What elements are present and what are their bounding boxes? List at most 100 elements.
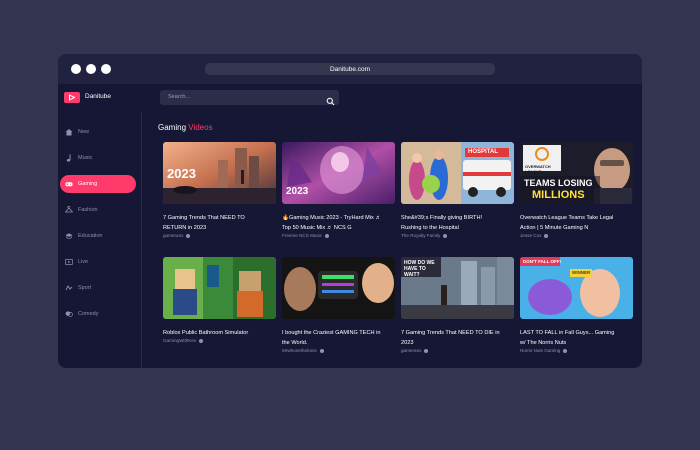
verified-icon xyxy=(325,233,330,238)
sidebar-item-label: Sport xyxy=(78,285,92,291)
thumbnail-text: 2023 xyxy=(286,186,309,197)
verified-icon xyxy=(424,348,429,353)
channel-name[interactable]: Jesse Cox xyxy=(520,233,549,238)
verified-icon xyxy=(319,348,324,353)
verified-icon xyxy=(199,338,204,343)
sidebar-item-gaming[interactable]: Gaming xyxy=(60,175,136,193)
verified-icon xyxy=(544,233,549,238)
graduation-cap-icon xyxy=(65,232,73,240)
sidebar-item-live[interactable]: Live xyxy=(60,253,136,271)
channel-name[interactable]: Norris Nuts Gaming xyxy=(520,348,568,353)
live-tv-icon xyxy=(65,258,73,266)
video-title-line: Action | 5 Minute Gaming N xyxy=(520,225,589,231)
music-note-icon xyxy=(65,154,73,162)
window-dot-2[interactable] xyxy=(86,64,96,74)
window-dot-1[interactable] xyxy=(71,64,81,74)
video-thumbnail[interactable]: 2023 xyxy=(163,142,276,204)
channel-name[interactable]: The Royalty Family xyxy=(401,233,448,238)
video-title-line: 7 Gaming Trends That NEED TO DIE in xyxy=(401,330,500,336)
sport-icon xyxy=(65,284,73,292)
hanger-icon xyxy=(65,206,73,214)
channel-label: Norris Nuts Gaming xyxy=(520,348,561,353)
video-title[interactable]: 7 Gaming Trends That NEED TO RETURN in 20… xyxy=(163,213,276,233)
channel-label: Jesse Cox xyxy=(520,233,542,238)
thumbnail-text: TEAMS LOSING xyxy=(524,178,593,188)
video-thumbnail[interactable] xyxy=(282,257,395,319)
video-title[interactable]: Overwatch League Teams Take Legal Action … xyxy=(520,213,633,233)
video-title-line: 🔥Gaming Music 2023 - TryHard Mix ♬ xyxy=(282,215,381,221)
section-subtitle: Videos xyxy=(188,123,213,132)
thumbnail-text: DON'T FALL OFF! xyxy=(523,259,561,264)
thumbnail-text: OVERWATCH LEAGUE xyxy=(525,164,551,174)
thumbnail-text: HOW DO WE HAVE TO WAIT? xyxy=(404,260,435,278)
channel-name[interactable]: gameranx xyxy=(401,348,429,353)
sidebar-item-sport[interactable]: Sport xyxy=(60,279,136,297)
sidebar-item-label: Education xyxy=(78,233,103,239)
video-title[interactable]: Roblox Public Bathroom Simulator xyxy=(163,328,276,338)
video-title-line: She&#39;s Finally giving BIRTH! xyxy=(401,215,483,221)
home-icon xyxy=(65,128,73,136)
logo-icon[interactable] xyxy=(64,92,80,103)
thumbnail-text: MILLIONS xyxy=(532,189,585,201)
window-dot-3[interactable] xyxy=(101,64,111,74)
sidebar-item-label: Music xyxy=(78,155,93,161)
video-title-line: the World. xyxy=(282,340,308,346)
channel-label: gameranx xyxy=(163,233,184,238)
verified-icon xyxy=(443,233,448,238)
address-bar[interactable]: Danitube.com xyxy=(205,63,495,75)
section-title: Gaming xyxy=(158,123,187,132)
browser-window: Danitube.com Danitube Search... New Musi… xyxy=(58,54,642,368)
address-url: Danitube.com xyxy=(329,65,371,73)
sidebar-item-comedy[interactable]: Comedy xyxy=(60,305,136,323)
video-title-line: Roblox Public Bathroom Simulator xyxy=(163,330,249,336)
video-title-line: 7 Gaming Trends That NEED TO xyxy=(163,215,245,221)
video-title[interactable]: LAST TO FALL in Fall Guys... Gaming w/ Th… xyxy=(520,328,633,348)
video-title-line: RETURN in 2023 xyxy=(163,225,207,231)
video-title-line: Overwatch League Teams Take Legal xyxy=(520,215,614,221)
video-thumbnail[interactable] xyxy=(163,257,276,319)
sidebar-item-music[interactable]: Music xyxy=(60,149,136,167)
video-title-line: Rushing to the Hospital xyxy=(401,225,459,231)
section-heading: Gaming Videos xyxy=(158,123,213,132)
search-placeholder: Search... xyxy=(168,94,191,100)
sidebar-item-education[interactable]: Education xyxy=(60,227,136,245)
video-thumbnail[interactable]: 2023 xyxy=(282,142,395,204)
sidebar-item-label: New xyxy=(78,129,90,135)
search-icon[interactable] xyxy=(326,93,335,106)
video-title[interactable]: I bought the Craziest GAMING TECH in the … xyxy=(282,328,395,348)
video-thumbnail[interactable]: OVERWATCH LEAGUE TEAMS LOSING MILLIONS xyxy=(520,142,633,204)
gamepad-icon xyxy=(65,180,73,188)
video-title-line: 2023 xyxy=(401,340,414,346)
brand-name[interactable]: Danitube xyxy=(85,93,111,100)
verified-icon xyxy=(186,233,191,238)
search-input[interactable]: Search... xyxy=(160,90,339,106)
sidebar-item-new[interactable]: New xyxy=(60,123,136,141)
video-title-line: I bought the Craziest GAMING TECH in xyxy=(282,330,381,336)
thumbnail-text: 2023 xyxy=(167,166,196,181)
thumbnail-text: HOSPITAL xyxy=(468,149,498,155)
video-title-line: Top 50 Music Mix ♬ NCS G xyxy=(282,225,352,231)
video-title-line: LAST TO FALL in Fall Guys... Gaming xyxy=(520,330,615,336)
video-thumbnail[interactable]: DON'T FALL OFF! WINNER xyxy=(520,257,633,319)
channel-label: The Royalty Family xyxy=(401,233,441,238)
video-title[interactable]: 🔥Gaming Music 2023 - TryHard Mix ♬ Top 50… xyxy=(282,213,395,233)
channel-name[interactable]: gameranx xyxy=(163,233,191,238)
video-title-line: w/ The Norris Nuts xyxy=(520,340,567,346)
channel-name[interactable]: Mrwhosetheboss xyxy=(282,348,324,353)
sidebar-item-label: Live xyxy=(78,259,89,265)
video-title[interactable]: She&#39;s Finally giving BIRTH! Rushing t… xyxy=(401,213,514,233)
video-thumbnail[interactable]: HOW DO WE HAVE TO WAIT? xyxy=(401,257,514,319)
channel-label: gameranx xyxy=(401,348,422,353)
sidebar-item-label: Fashion xyxy=(78,207,98,213)
sidebar-item-label: Gaming xyxy=(78,181,98,187)
channel-name[interactable]: GamingWithKev xyxy=(163,338,204,343)
verified-icon xyxy=(563,348,568,353)
channel-label: GamingWithKev xyxy=(163,338,197,343)
sidebar-item-fashion[interactable]: Fashion xyxy=(60,201,136,219)
video-thumbnail[interactable]: HOSPITAL xyxy=(401,142,514,204)
channel-label: Mrwhosetheboss xyxy=(282,348,317,353)
channel-label: Freeme NCS Music xyxy=(282,233,323,238)
video-title[interactable]: 7 Gaming Trends That NEED TO DIE in 2023 xyxy=(401,328,514,348)
channel-name[interactable]: Freeme NCS Music xyxy=(282,233,330,238)
browser-titlebar: Danitube.com xyxy=(58,54,642,84)
